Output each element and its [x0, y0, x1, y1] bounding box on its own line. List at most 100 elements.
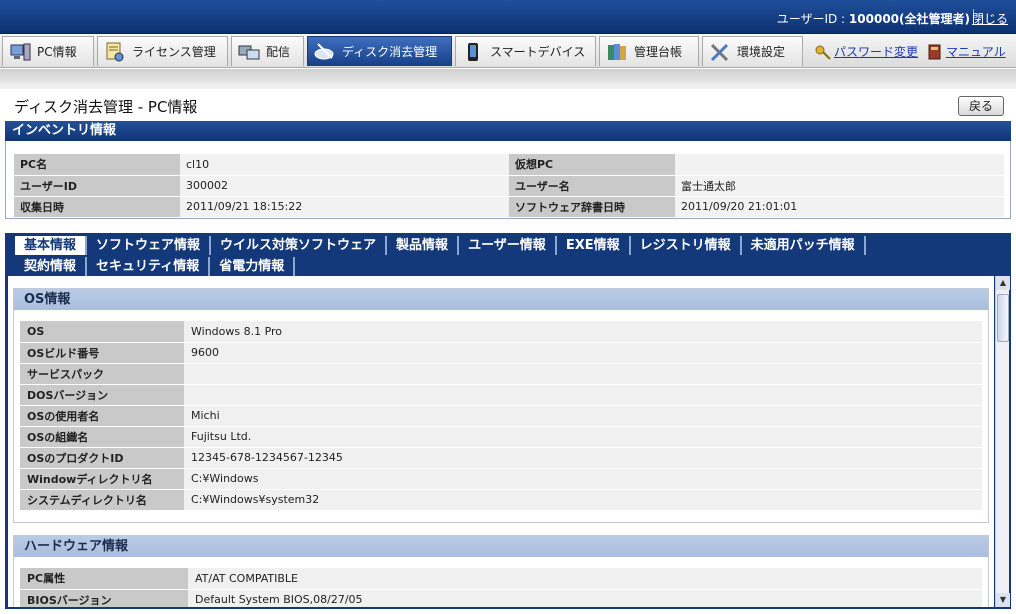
field-label: PC属性 — [20, 568, 188, 590]
inventory-label: PC名 — [14, 154, 180, 176]
table-row: OSの使用者名 Michi — [20, 405, 982, 427]
field-value: Default System BIOS,08/27/05 — [188, 589, 982, 607]
ledger-icon — [606, 42, 628, 62]
detail-tabs-area: 基本情報 ソフトウェア情報 ウイルス対策ソフトウェア 製品情報 ユーザー情報 E… — [5, 233, 1011, 609]
field-label: DOSバージョン — [20, 384, 184, 406]
license-icon — [104, 42, 126, 62]
field-value: Fujitsu Ltd. — [184, 426, 982, 448]
field-label: サービスパック — [20, 363, 184, 385]
key-icon — [815, 44, 831, 60]
table-row: OSの組織名 Fujitsu Ltd. — [20, 426, 982, 448]
scroll-down-button[interactable]: ▼ — [996, 593, 1010, 607]
user-info: ユーザーID : 100000(全社管理者) — [777, 10, 970, 27]
table-row: OS Windows 8.1 Pro — [20, 321, 982, 343]
nav-tab-ledger[interactable]: 管理台帳 — [599, 36, 699, 66]
password-change-link[interactable]: パスワード変更 — [815, 43, 918, 60]
table-row: ユーザーID 300002 ユーザー名 富士通太郎 — [14, 175, 1004, 197]
nav-tab-label: ディスク消去管理 — [342, 45, 438, 59]
field-label: BIOSバージョン — [20, 589, 188, 607]
field-label: OSビルド番号 — [20, 342, 184, 364]
field-value: AT/AT COMPATIBLE — [188, 568, 982, 590]
field-label: OS — [20, 321, 184, 343]
inventory-value: 300002 — [180, 175, 509, 197]
tab-software-info[interactable]: ソフトウェア情報 — [87, 236, 212, 255]
inventory-table: PC名 cl10 仮想PC ユーザーID 300002 ユーザー名 富士通太郎 … — [14, 154, 1004, 218]
tab-antivirus[interactable]: ウイルス対策ソフトウェア — [211, 236, 388, 255]
table-row: システムディレクトリ名 C:¥Windows¥system32 — [20, 489, 982, 511]
inventory-value: 2011/09/21 18:15:22 — [180, 196, 509, 218]
smart-device-icon — [462, 42, 484, 62]
content-scrollbar[interactable]: ▲ ▼ — [995, 276, 1010, 607]
tab-product-info[interactable]: 製品情報 — [387, 236, 460, 255]
table-row: OSのプロダクトID 12345-678-1234567-12345 — [20, 447, 982, 469]
pc-icon — [9, 42, 31, 62]
password-change-label: パスワード変更 — [834, 45, 919, 59]
user-id-label: ユーザーID : — [776, 12, 846, 26]
table-row: サービスパック — [20, 363, 982, 385]
field-value — [184, 384, 982, 406]
inventory-value: 2011/09/20 21:01:01 — [675, 196, 1004, 218]
inventory-label: ユーザーID — [14, 175, 180, 197]
tab-basic-info[interactable]: 基本情報 — [15, 236, 88, 255]
inventory-header: インベントリ情報 — [5, 121, 1011, 141]
nav-tab-label: スマートデバイス — [490, 45, 586, 59]
field-value: C:¥Windows — [184, 468, 982, 490]
nav-tab-disk-erase[interactable]: ディスク消去管理 — [307, 36, 452, 66]
tab-contract-info[interactable]: 契約情報 — [15, 257, 88, 276]
table-row: PC名 cl10 仮想PC — [14, 154, 1004, 176]
hardware-info-table: PC属性 AT/AT COMPATIBLE BIOSバージョン Default Sy… — [20, 568, 982, 607]
inventory-label: 仮想PC — [509, 154, 675, 176]
main-nav: PC情報 ライセンス管理 配信 ディスク消去管理 スマートデバイス 管理台帳 環… — [0, 34, 1016, 68]
field-value: 9600 — [184, 342, 982, 364]
os-info-table: OS Windows 8.1 Pro OSビルド番号 9600 サービスパック DO… — [20, 321, 982, 511]
nav-tab-delivery[interactable]: 配信 — [231, 36, 304, 66]
disk-erase-icon — [314, 42, 336, 62]
back-button[interactable]: 戻る — [958, 96, 1004, 116]
nav-tab-label: PC情報 — [37, 45, 77, 59]
nav-tab-settings[interactable]: 環境設定 — [702, 36, 803, 66]
close-link[interactable]: 閉じる — [972, 10, 1008, 27]
field-label: OSのプロダクトID — [20, 447, 184, 469]
os-info-header: OS情報 — [14, 289, 988, 310]
os-info-panel: OS情報 OS Windows 8.1 Pro OSビルド番号 9600 サービスパ… — [13, 288, 989, 523]
tab-registry-info[interactable]: レジストリ情報 — [631, 236, 742, 255]
nav-tab-label: 配信 — [266, 45, 291, 59]
inventory-value: 富士通太郎 — [675, 175, 1004, 197]
delivery-icon — [238, 42, 260, 62]
tab-power-saving[interactable]: 省電力情報 — [210, 257, 296, 276]
tab-user-info[interactable]: ユーザー情報 — [459, 236, 557, 255]
tab-exe-info[interactable]: EXE情報 — [557, 236, 631, 255]
nav-tab-license[interactable]: ライセンス管理 — [97, 36, 228, 66]
scroll-thumb[interactable] — [997, 294, 1009, 342]
table-row: 収集日時 2011/09/21 18:15:22 ソフトウェア辞書日時 2011… — [14, 196, 1004, 218]
table-row: DOSバージョン — [20, 384, 982, 406]
nav-tab-smart-device[interactable]: スマートデバイス — [455, 36, 596, 66]
field-label: OSの組織名 — [20, 426, 184, 448]
subheader-strip — [0, 69, 1016, 89]
table-row: OSビルド番号 9600 — [20, 342, 982, 364]
page-title: ディスク消去管理 - PC情報 — [14, 98, 198, 116]
field-value: Windows 8.1 Pro — [184, 321, 982, 343]
tab-row-2: 契約情報 セキュリティ情報 省電力情報 — [15, 257, 296, 277]
table-row: PC属性 AT/AT COMPATIBLE — [20, 568, 982, 590]
table-row: BIOSバージョン Default System BIOS,08/27/05 — [20, 589, 982, 607]
nav-tab-label: ライセンス管理 — [132, 45, 216, 59]
inventory-value — [675, 154, 1004, 176]
field-value — [184, 363, 982, 385]
nav-tab-label: 管理台帳 — [634, 45, 683, 59]
tab-unapplied-patch[interactable]: 未適用パッチ情報 — [742, 236, 866, 255]
manual-label: マニュアル — [946, 45, 1006, 59]
scroll-up-button[interactable]: ▲ — [996, 276, 1010, 290]
inventory-value: cl10 — [180, 154, 509, 176]
manual-link[interactable]: マニュアル — [927, 43, 1006, 60]
field-label: Windowディレクトリ名 — [20, 468, 184, 490]
nav-tab-label: 環境設定 — [737, 45, 786, 59]
inventory-panel: PC名 cl10 仮想PC ユーザーID 300002 ユーザー名 富士通太郎 … — [5, 141, 1011, 219]
book-icon — [927, 44, 943, 60]
tab-security-info[interactable]: セキュリティ情報 — [87, 257, 211, 276]
nav-tab-pc-info[interactable]: PC情報 — [2, 36, 94, 66]
field-value: C:¥Windows¥system32 — [184, 489, 982, 511]
tab-row-1: 基本情報 ソフトウェア情報 ウイルス対策ソフトウェア 製品情報 ユーザー情報 E… — [15, 236, 866, 256]
field-value: Michi — [184, 405, 982, 427]
field-value: 12345-678-1234567-12345 — [184, 447, 982, 469]
